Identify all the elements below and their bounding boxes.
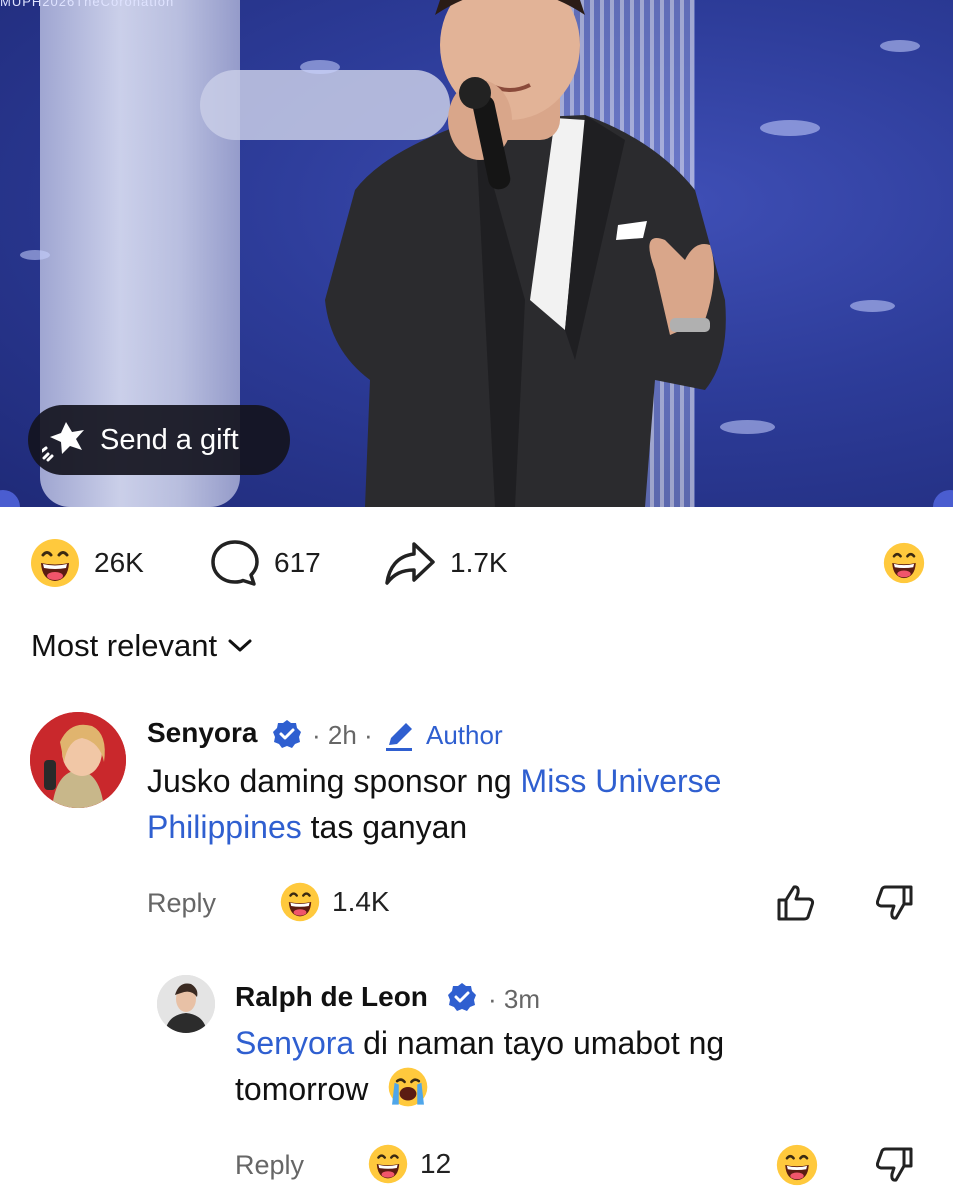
comment-timestamp: · 3m [488, 984, 540, 1014]
avatar-image [157, 975, 215, 1033]
thumbs-down-icon[interactable] [876, 884, 914, 922]
page-link[interactable]: Philippines [147, 809, 302, 845]
page-link[interactable]: Miss Universe [521, 763, 722, 799]
sort-label: Most relevant [31, 628, 218, 663]
bg-sparkle [850, 300, 895, 312]
reply-button[interactable]: Reply [235, 1150, 304, 1181]
share-button[interactable]: 1.7K [384, 532, 508, 594]
comment-text: Senyora di naman tayo umabot ng tomorrow [235, 1020, 915, 1112]
laughing-emoji-icon[interactable] [776, 1144, 818, 1186]
video-player[interactable]: MUPH2026TheCoronation Send a gift [0, 0, 953, 507]
right-edge-marker [933, 490, 953, 507]
chevron-down-icon [228, 639, 252, 652]
reaction-bar: 26K 617 1.7K [0, 532, 953, 594]
left-edge-marker [0, 490, 20, 507]
react-button[interactable] [883, 532, 925, 594]
bg-sparkle [20, 250, 50, 260]
comment-reactions[interactable]: 1.4K [280, 882, 390, 922]
laughing-emoji-icon [883, 542, 925, 584]
share-arrow-icon [385, 542, 435, 585]
verified-badge-icon [448, 983, 476, 1011]
pencil-icon [386, 722, 412, 751]
reaction-count: 1.4K [332, 886, 390, 917]
comment-bubble-icon [211, 540, 259, 586]
shares-count: 1.7K [450, 547, 508, 578]
comments-count: 617 [274, 547, 321, 578]
singer-figure [325, 0, 726, 507]
comments-button[interactable]: 617 [210, 532, 321, 594]
reply-button[interactable]: Reply [147, 888, 216, 919]
avatar[interactable] [30, 712, 126, 808]
mention-link[interactable]: Senyora [235, 1025, 354, 1061]
comment-text-part: tomorrow [235, 1071, 369, 1107]
comment-text-part: di naman tayo umabot ng [354, 1025, 725, 1061]
thumbs-up-icon[interactable] [776, 884, 816, 922]
crying-emoji-icon [388, 1067, 428, 1107]
laughing-emoji-icon [368, 1144, 408, 1184]
watermark-text: MUPH2026TheCoronation [0, 0, 175, 9]
commenter-name[interactable]: Ralph de Leon [235, 981, 428, 1013]
send-gift-label: Send a gift [100, 423, 239, 456]
avatar-image [30, 712, 126, 808]
laughing-emoji-icon [31, 539, 79, 587]
reactions-button[interactable]: 26K [30, 532, 144, 594]
author-badge: Author [384, 720, 503, 751]
comment-text-part: tas ganyan [301, 809, 468, 845]
bg-sparkle [760, 120, 820, 136]
reactions-count: 26K [94, 547, 144, 578]
bg-sparkle [880, 40, 920, 52]
laughing-emoji-icon [280, 882, 320, 922]
comment-text-part: Jusko daming sponsor ng [147, 763, 521, 799]
sort-dropdown[interactable]: Most relevant [31, 628, 253, 664]
comment-timestamp: · 2h · [312, 720, 373, 750]
avatar[interactable] [157, 975, 215, 1033]
comment-text: Jusko daming sponsor ng Miss Universe Ph… [147, 758, 907, 850]
thumbs-down-icon[interactable] [876, 1146, 914, 1184]
gift-icon [42, 422, 84, 462]
send-gift-button[interactable]: Send a gift [28, 405, 290, 475]
commenter-name[interactable]: Senyora [147, 717, 258, 749]
reaction-count: 12 [420, 1148, 452, 1179]
verified-badge-icon [273, 720, 301, 748]
comment-reactions[interactable]: 12 [368, 1144, 451, 1184]
author-badge-label: Author [426, 720, 503, 750]
